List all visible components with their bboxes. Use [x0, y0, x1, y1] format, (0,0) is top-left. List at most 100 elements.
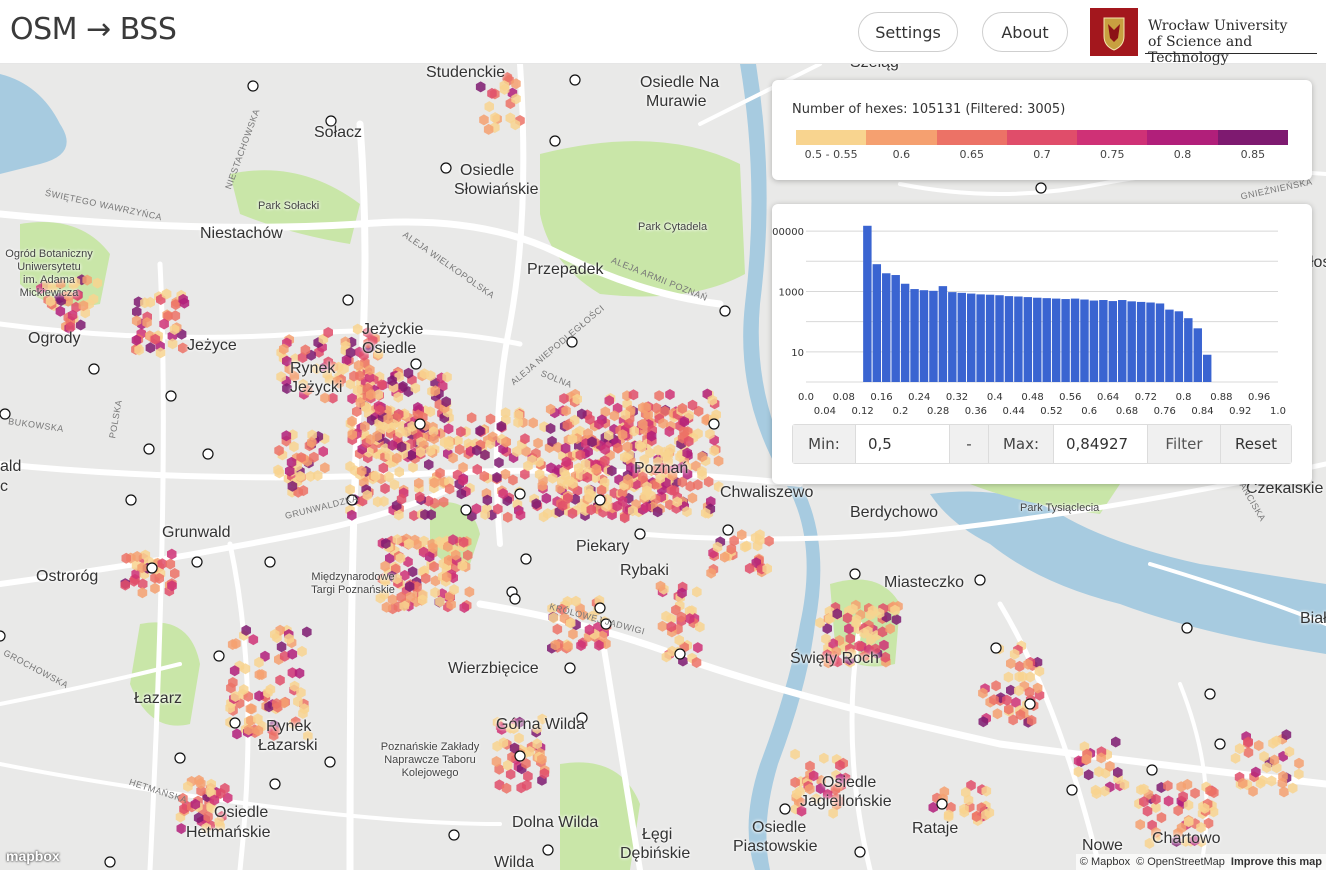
map-hex[interactable] [657, 620, 668, 632]
map-hex[interactable] [1230, 752, 1241, 764]
bike-station-marker[interactable] [1214, 738, 1226, 750]
map-hex[interactable] [991, 680, 1001, 692]
map-hex[interactable] [1111, 736, 1121, 748]
university-logo[interactable]: Wrocław University of Science and Techno… [1090, 8, 1320, 66]
attrib-osm-link[interactable]: © OpenStreetMap [1136, 856, 1225, 868]
bike-station-marker[interactable] [213, 650, 225, 662]
bike-station-marker[interactable] [708, 418, 720, 430]
bike-station-marker[interactable] [509, 593, 521, 605]
bike-station-marker[interactable] [1146, 764, 1158, 776]
bike-station-marker[interactable] [342, 294, 354, 306]
map-hex[interactable] [276, 641, 287, 653]
max-input[interactable]: 0,84927 [1053, 425, 1148, 463]
map-hex[interactable] [1142, 805, 1153, 817]
bike-station-marker[interactable] [634, 528, 646, 540]
map-hex[interactable] [1288, 782, 1298, 794]
map-hex[interactable] [275, 674, 285, 686]
bike-station-marker[interactable] [936, 798, 948, 810]
map-hex[interactable] [294, 667, 305, 679]
min-input[interactable]: 0,5 [855, 425, 950, 463]
map-hex[interactable] [665, 389, 675, 400]
map-hex[interactable] [318, 446, 329, 457]
settings-button[interactable]: Settings [858, 12, 958, 52]
map-hex[interactable] [1006, 657, 1016, 669]
bike-station-marker[interactable] [779, 803, 791, 815]
map-hex[interactable] [475, 81, 486, 93]
bike-station-marker[interactable] [564, 662, 576, 674]
bike-station-marker[interactable] [1066, 784, 1078, 796]
map-hex[interactable] [424, 459, 434, 471]
map-hex[interactable] [1294, 757, 1304, 769]
bike-station-marker[interactable] [854, 846, 866, 858]
bike-station-marker[interactable] [1181, 622, 1193, 634]
bike-station-marker[interactable] [549, 135, 561, 147]
filter-button[interactable]: Filter [1148, 425, 1220, 463]
map-hex[interactable] [485, 413, 496, 425]
attrib-mapbox-link[interactable]: © Mapbox [1080, 856, 1130, 868]
bike-station-marker[interactable] [849, 568, 861, 580]
map-hex[interactable] [654, 390, 664, 402]
map-hex[interactable] [1083, 769, 1094, 781]
bike-station-marker[interactable] [974, 574, 986, 586]
bike-station-marker[interactable] [414, 418, 426, 430]
map-hex[interactable] [380, 483, 390, 494]
bike-station-marker[interactable] [125, 494, 137, 506]
map-hex[interactable] [170, 568, 180, 579]
map-hex[interactable] [302, 626, 312, 638]
map-hex[interactable] [1156, 812, 1167, 824]
bike-station-marker[interactable] [191, 556, 203, 568]
bike-station-marker[interactable] [410, 358, 422, 370]
map-hex[interactable] [528, 417, 538, 429]
map-hex[interactable] [514, 732, 524, 744]
map-hex[interactable] [1003, 671, 1014, 683]
bike-station-marker[interactable] [0, 630, 6, 642]
map-hex[interactable] [713, 455, 724, 467]
bike-station-marker[interactable] [594, 494, 606, 506]
map-hex[interactable] [790, 748, 800, 760]
map-hex[interactable] [232, 728, 242, 740]
mapbox-logo[interactable]: mapbox [6, 848, 60, 864]
map-hex[interactable] [503, 511, 513, 523]
about-button[interactable]: About [982, 12, 1068, 52]
bike-station-marker[interactable] [1035, 182, 1047, 194]
bike-station-marker[interactable] [448, 829, 460, 841]
map-hex[interactable] [466, 412, 477, 424]
map-hex[interactable] [992, 708, 1003, 720]
bike-station-marker[interactable] [202, 448, 214, 460]
map-hex[interactable] [568, 628, 578, 640]
map-hex[interactable] [1254, 740, 1264, 751]
map-hex[interactable] [1279, 786, 1289, 798]
map-hex[interactable] [552, 623, 563, 635]
attrib-improve-link[interactable]: Improve this map [1231, 856, 1322, 868]
map-hex[interactable] [484, 101, 495, 113]
bike-station-marker[interactable] [990, 642, 1002, 654]
map-hex[interactable] [454, 444, 465, 455]
bike-station-marker[interactable] [594, 602, 606, 614]
map-hex[interactable] [541, 492, 552, 504]
bike-station-marker[interactable] [514, 750, 526, 762]
bike-station-marker[interactable] [440, 162, 452, 174]
reset-button[interactable]: Reset [1220, 425, 1291, 463]
bike-station-marker[interactable] [264, 556, 276, 568]
bike-station-marker[interactable] [1204, 688, 1216, 700]
bike-station-marker[interactable] [143, 443, 155, 455]
bike-station-marker[interactable] [247, 80, 259, 92]
map-hex[interactable] [533, 437, 543, 449]
map-hex[interactable] [1014, 660, 1025, 672]
bike-station-marker[interactable] [104, 856, 116, 868]
map-hex[interactable] [692, 586, 702, 598]
map-hex[interactable] [819, 752, 829, 764]
map-hex[interactable] [687, 492, 698, 504]
map-hex[interactable] [1190, 787, 1200, 799]
map-hex[interactable] [248, 634, 259, 646]
bike-station-marker[interactable] [520, 553, 532, 565]
bike-station-marker[interactable] [88, 363, 100, 375]
bike-station-marker[interactable] [174, 752, 186, 764]
map-hex[interactable] [1243, 747, 1254, 758]
map-hex[interactable] [693, 642, 703, 654]
bike-station-marker[interactable] [542, 844, 554, 856]
map-hex[interactable] [297, 645, 307, 657]
bike-station-marker[interactable] [229, 717, 241, 729]
bike-station-marker[interactable] [674, 648, 686, 660]
bike-station-marker[interactable] [324, 756, 336, 768]
